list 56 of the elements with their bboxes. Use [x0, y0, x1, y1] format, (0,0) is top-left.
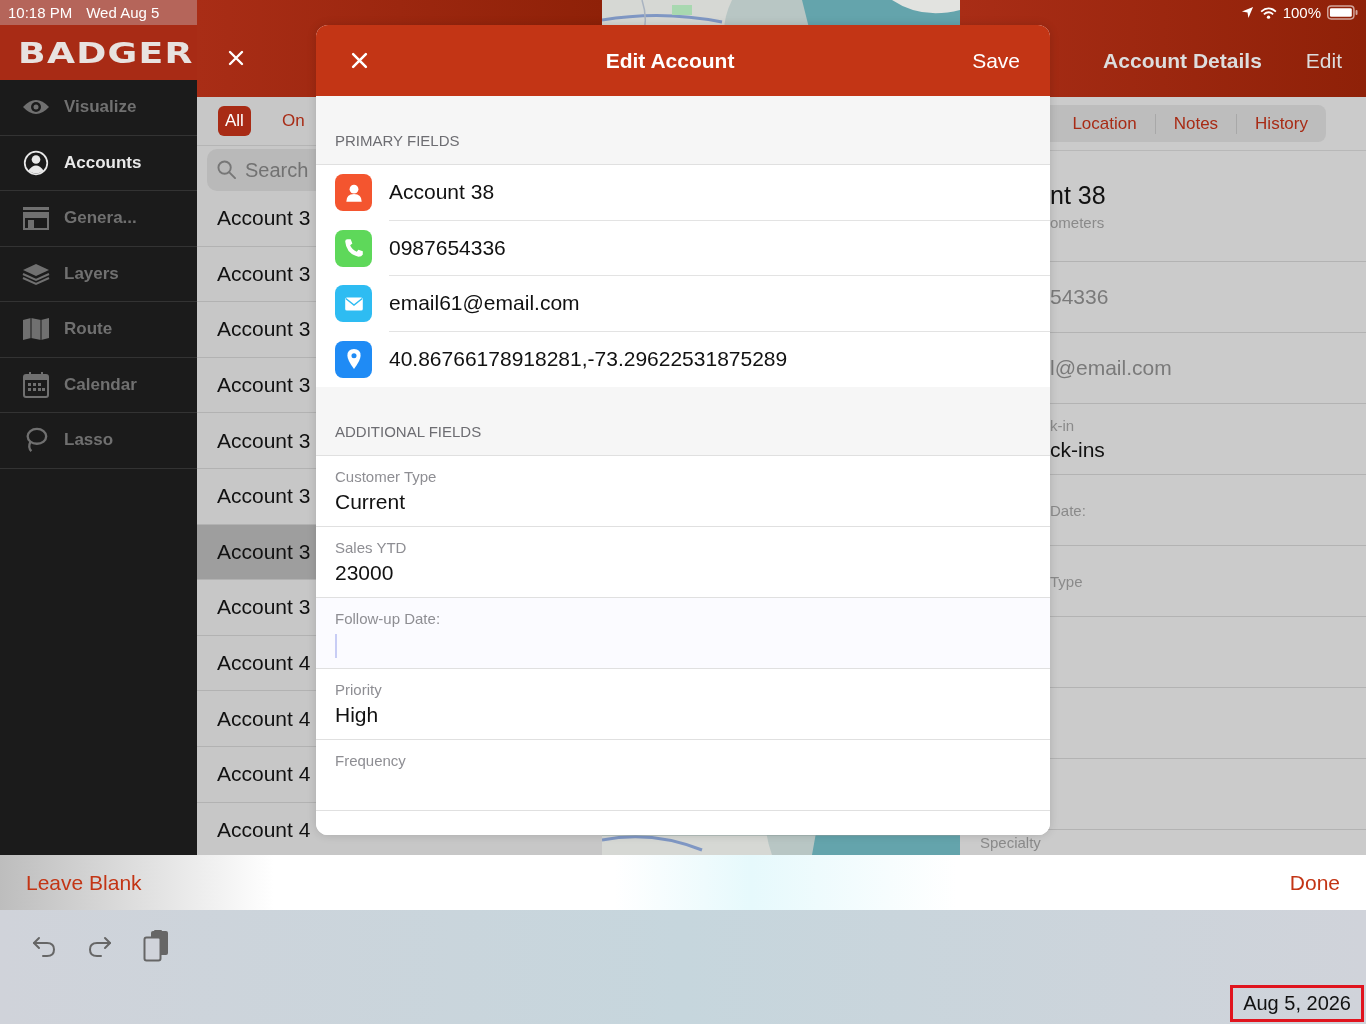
field-label: Date:: [1050, 501, 1087, 519]
field-value[interactable]: 23000: [335, 561, 1031, 585]
detail-tab[interactable]: Location: [1054, 113, 1156, 134]
field-value: l@email.com: [1050, 356, 1173, 380]
storefront-icon: [22, 205, 50, 232]
calendar-icon: [22, 371, 50, 398]
field-value[interactable]: 0987654336: [389, 220, 1050, 276]
field-value: 54336: [1050, 285, 1110, 309]
field-value[interactable]: Account 38: [389, 165, 1050, 221]
field-label: Type: [1050, 572, 1084, 590]
field-label: Priority: [335, 681, 383, 698]
battery-percent: 100%: [1282, 4, 1321, 21]
status-date: Wed Aug 5: [86, 4, 160, 21]
field-value[interactable]: 40.86766178918281,-73.29622531875289: [389, 331, 1050, 387]
location-arrow-icon: [1240, 6, 1254, 19]
sidebar-item[interactable]: Genera...: [0, 191, 197, 247]
done-button[interactable]: Done: [1289, 870, 1340, 895]
status-time: 10:18 PM: [8, 4, 73, 21]
field-label: Sales YTD: [335, 539, 408, 556]
save-button[interactable]: Save: [972, 48, 1020, 73]
sidebar-item[interactable]: Route: [0, 302, 197, 358]
close-icon[interactable]: [351, 52, 368, 69]
field-label: Customer Type: [335, 468, 438, 485]
filter-tab[interactable]: All: [218, 106, 251, 136]
field-value[interactable]: Current: [335, 490, 1031, 514]
account-details-title: Account Details: [1103, 49, 1262, 73]
clipboard-icon[interactable]: [143, 930, 169, 962]
undo-icon[interactable]: [31, 934, 57, 958]
leave-blank-button[interactable]: Leave Blank: [26, 870, 142, 895]
folded-map-icon: [22, 316, 50, 343]
field-value: ck-ins: [1050, 437, 1106, 462]
badger-logo: BADGER: [18, 35, 194, 70]
sidebar-item[interactable]: Calendar: [0, 357, 197, 413]
close-icon[interactable]: [228, 49, 244, 66]
battery-icon: [1327, 5, 1358, 20]
section-heading: PRIMARY FIELDS: [335, 132, 460, 149]
field-label: Follow-up Date:: [335, 610, 442, 627]
detail-tab[interactable]: Notes: [1155, 113, 1238, 134]
dialog-title: Edit Account: [605, 48, 735, 73]
date-value[interactable]: Aug 5, 2026: [1230, 985, 1364, 1022]
redo-icon[interactable]: [87, 934, 113, 958]
field-label: Specialty: [980, 834, 1042, 851]
person-icon: [22, 149, 50, 176]
field-label: Frequency: [335, 752, 407, 769]
section-heading: ADDITIONAL FIELDS: [335, 423, 482, 440]
text-cursor: [335, 634, 337, 658]
field-label: k-in: [1050, 416, 1076, 434]
field-value[interactable]: High: [335, 703, 1031, 727]
edit-button[interactable]: Edit: [1305, 49, 1342, 73]
distance-text: ometers: [1050, 214, 1106, 231]
wifi-icon: [1259, 6, 1277, 19]
field-value[interactable]: email61@email.com: [389, 276, 1050, 332]
detail-tab[interactable]: History: [1237, 113, 1326, 134]
field-value: nt 38: [1050, 181, 1107, 210]
search-icon: [217, 160, 236, 179]
filter-tab[interactable]: On: [274, 106, 312, 136]
